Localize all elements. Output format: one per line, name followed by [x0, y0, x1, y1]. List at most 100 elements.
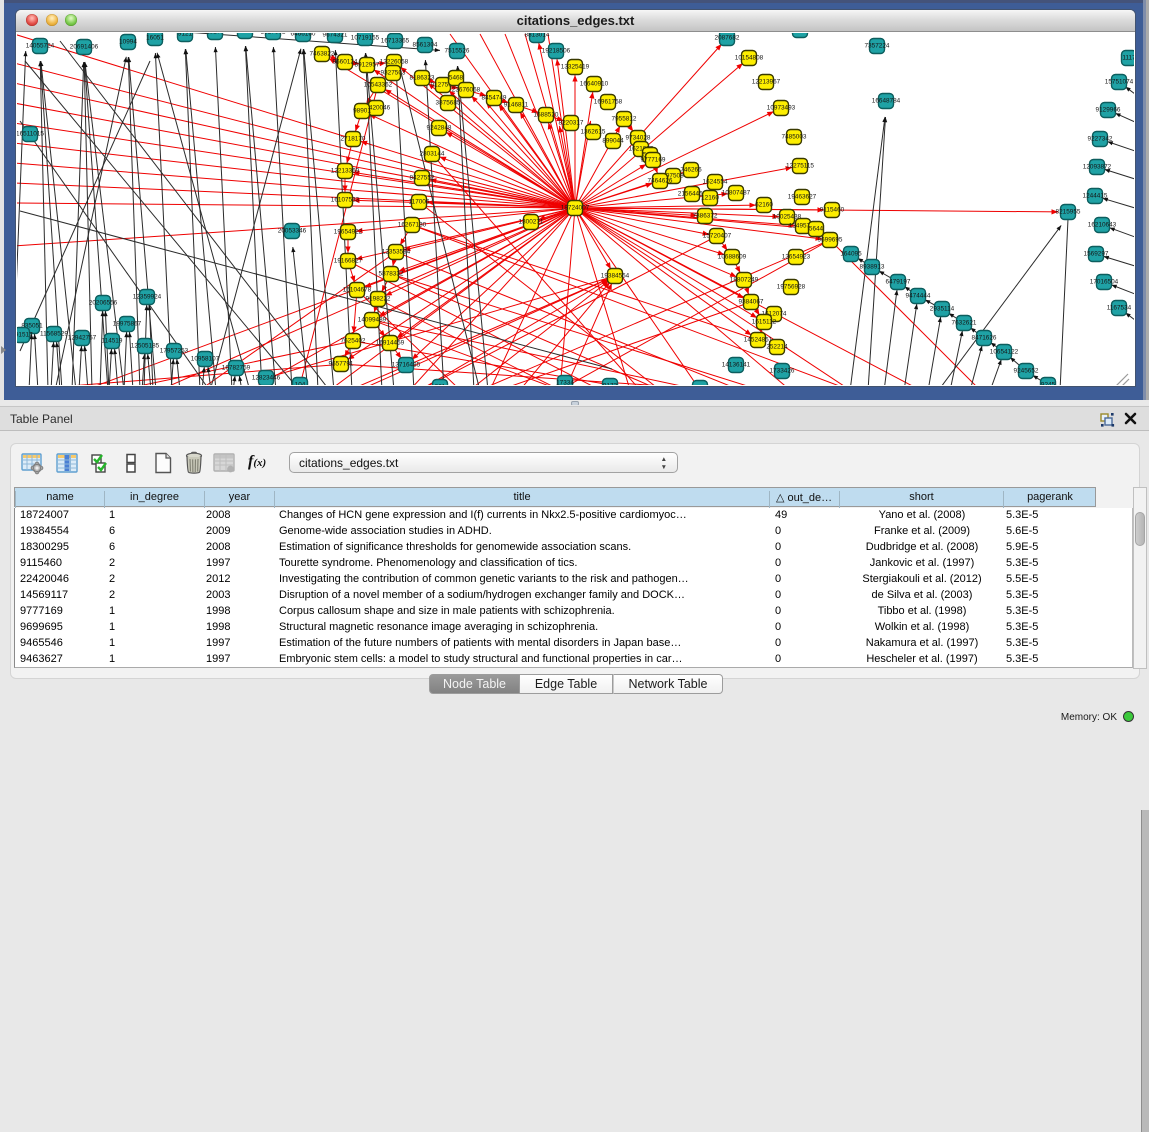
svg-text:1527602: 1527602: [261, 33, 286, 36]
svg-text:10543362: 10543362: [364, 82, 393, 89]
svg-text:1588520: 1588520: [534, 112, 559, 119]
svg-text:12942757: 12942757: [68, 335, 97, 342]
svg-text:8186323: 8186323: [410, 75, 435, 82]
svg-text:12093872: 12093872: [1083, 164, 1112, 171]
svg-text:2718170: 2718170: [341, 136, 366, 143]
svg-text:19384554: 19384554: [601, 273, 630, 280]
svg-text:10654122: 10654122: [990, 349, 1019, 356]
svg-text:1362615: 1362615: [581, 129, 606, 136]
svg-text:7515526: 7515526: [445, 48, 470, 55]
svg-text:9115460: 9115460: [820, 207, 845, 214]
svg-text:12359924: 12359924: [133, 294, 162, 301]
svg-text:16051: 16051: [146, 35, 164, 42]
svg-text:8454749: 8454749: [482, 95, 507, 102]
svg-text:19166827: 19166827: [334, 258, 363, 265]
svg-text:14099489: 14099489: [358, 317, 387, 324]
svg-text:9674321: 9674321: [323, 33, 348, 39]
svg-text:9242848: 9242848: [427, 125, 452, 132]
svg-text:6479197: 6479197: [886, 279, 911, 286]
svg-text:19756928: 19756928: [777, 284, 806, 291]
svg-text:12353594: 12353594: [382, 249, 411, 256]
svg-text:1733426: 1733426: [770, 368, 795, 375]
svg-text:9245: 9245: [1041, 382, 1056, 386]
svg-text:9699695: 9699695: [818, 237, 843, 244]
svg-text:10973493: 10973493: [767, 105, 796, 112]
svg-text:9129966: 9129966: [1096, 107, 1121, 114]
svg-text:1117: 1117: [1122, 55, 1134, 62]
svg-text:16267130: 16267130: [398, 222, 427, 229]
svg-text:164095: 164095: [840, 251, 862, 258]
svg-text:7386372: 7386372: [693, 213, 718, 220]
svg-text:117006: 117006: [409, 199, 430, 206]
svg-text:6466160: 6466160: [291, 33, 316, 38]
svg-text:19654922: 19654922: [334, 229, 363, 236]
svg-text:16961758: 16961758: [594, 99, 623, 106]
svg-text:18724007: 18724007: [561, 205, 590, 212]
svg-text:7464626: 7464626: [648, 178, 673, 185]
svg-text:10994: 10994: [119, 39, 137, 46]
svg-text:2935114: 2935114: [930, 306, 955, 313]
svg-text:20053346: 20053346: [278, 228, 307, 235]
svg-text:1615112: 1615112: [752, 319, 777, 326]
svg-text:8938913: 8938913: [860, 264, 885, 271]
svg-text:5644: 5644: [809, 226, 824, 233]
svg-text:12275115: 12275115: [786, 163, 814, 170]
svg-text:15720407: 15720407: [703, 233, 732, 240]
svg-text:10807487: 10807487: [722, 190, 751, 197]
svg-text:1244415: 1244415: [1083, 193, 1108, 200]
svg-text:84: 84: [696, 385, 704, 386]
svg-text:10719155: 10719155: [351, 35, 380, 42]
svg-text:9198222: 9198222: [366, 296, 391, 303]
svg-text:1167534: 1167534: [1107, 305, 1132, 312]
svg-text:9384067: 9384067: [739, 299, 764, 306]
svg-text:18807249: 18807249: [730, 277, 759, 284]
svg-text:14524851: 14524851: [744, 337, 773, 344]
svg-text:16210643: 16210643: [1088, 222, 1117, 229]
svg-text:13716485: 13716485: [392, 362, 421, 369]
svg-text:9173: 9173: [603, 383, 618, 386]
svg-text:13654923: 13654923: [782, 254, 811, 261]
svg-text:1300271: 1300271: [519, 219, 544, 226]
svg-text:8912957: 8912957: [355, 62, 380, 69]
svg-text:12160: 12160: [701, 195, 719, 202]
svg-text:16914459: 16914459: [376, 340, 405, 347]
svg-text:7632621: 7632621: [952, 320, 977, 327]
svg-text:9474444: 9474444: [906, 293, 931, 300]
svg-text:19218506: 19218506: [542, 48, 571, 55]
svg-text:16104678: 16104678: [343, 287, 372, 294]
svg-text:221: 221: [435, 384, 446, 386]
svg-text:12213369: 12213369: [331, 168, 360, 175]
svg-text:104: 104: [295, 382, 306, 386]
svg-text:16033809: 16033809: [786, 33, 815, 34]
svg-text:16648784: 16648784: [872, 98, 901, 105]
svg-text:17334: 17334: [556, 380, 574, 386]
svg-text:8427552: 8427552: [410, 175, 435, 182]
svg-text:15751074: 15751074: [1105, 79, 1134, 86]
svg-text:8813014: 8813014: [525, 33, 550, 39]
svg-text:11568529: 11568529: [40, 331, 68, 338]
svg-text:1624554: 1624554: [703, 179, 728, 186]
svg-text:20691406: 20691406: [70, 44, 99, 51]
svg-text:2087682: 2087682: [715, 35, 740, 42]
svg-text:991517: 991517: [17, 332, 33, 339]
svg-text:12823446: 12823446: [252, 375, 281, 382]
svg-text:98901: 98901: [353, 108, 371, 115]
svg-text:16713365: 16713365: [381, 38, 410, 45]
svg-text:7625402: 7625402: [341, 338, 366, 345]
svg-text:114519: 114519: [102, 338, 123, 345]
svg-text:17957253: 17957253: [160, 348, 189, 355]
svg-text:12213967: 12213967: [752, 79, 781, 86]
svg-text:10688609: 10688609: [718, 254, 747, 261]
svg-text:7485003: 7485003: [782, 134, 807, 141]
svg-text:20206556: 20206556: [89, 300, 118, 307]
svg-text:899044: 899044: [602, 138, 624, 145]
svg-text:5878332: 5878332: [379, 271, 404, 278]
svg-text:7357224: 7357224: [865, 43, 890, 50]
svg-text:7955812: 7955812: [612, 116, 637, 123]
svg-text:23676068: 23676068: [452, 87, 481, 94]
svg-text:13226058: 13226058: [380, 59, 409, 66]
svg-text:10653267: 10653267: [231, 33, 260, 35]
svg-text:9245652: 9245652: [1014, 368, 1039, 375]
svg-text:16511015: 16511015: [17, 131, 44, 138]
svg-text:8215955: 8215955: [1056, 209, 1081, 216]
